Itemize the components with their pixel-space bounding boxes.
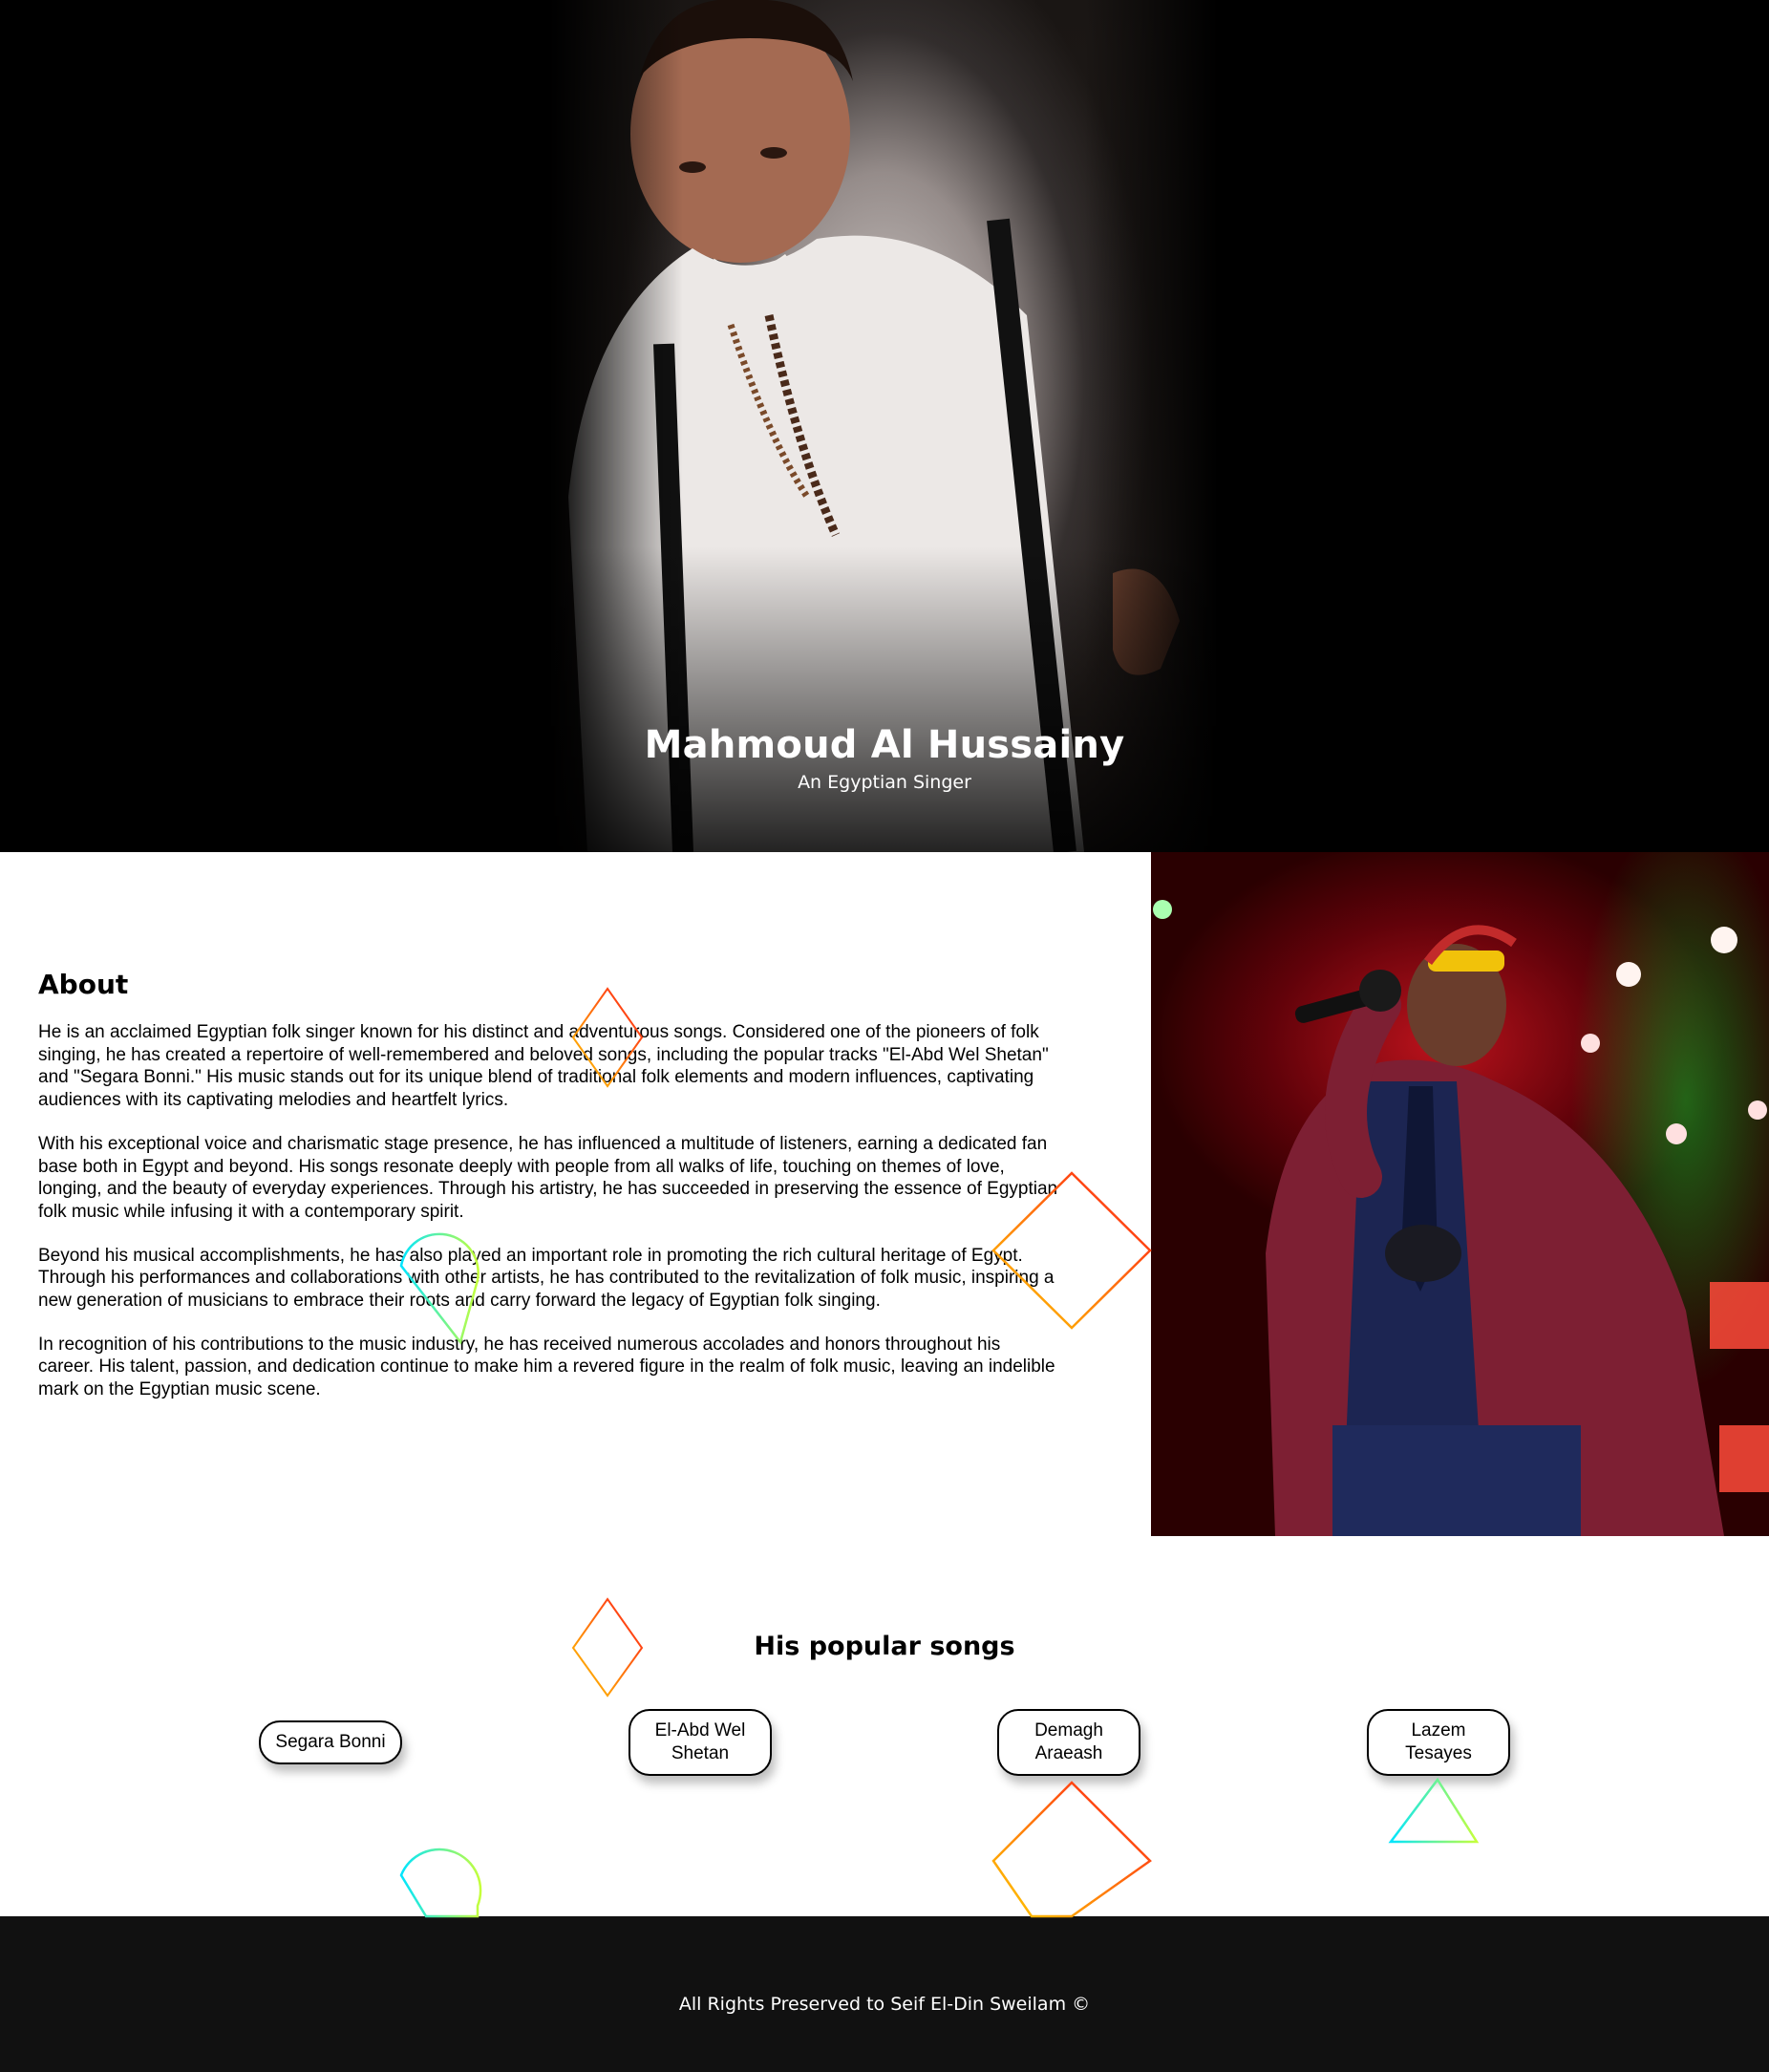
stage-illustration xyxy=(1153,900,1769,1536)
song-button-lazem-tesayes[interactable]: Lazem Tesayes xyxy=(1367,1709,1510,1776)
stage-performance-image xyxy=(1151,852,1769,1536)
song-button-segara-bonni[interactable]: Segara Bonni xyxy=(259,1720,402,1764)
about-paragraph: He is an acclaimed Egyptian folk singer … xyxy=(38,1022,1049,1111)
about-paragraph: With his exceptional voice and charismat… xyxy=(38,1133,1058,1222)
about-content: About He is an acclaimed Egyptian folk s… xyxy=(38,969,1060,1422)
about-paragraph: In recognition of his contributions to t… xyxy=(38,1334,1055,1400)
hero-subtitle: An Egyptian Singer xyxy=(798,772,971,793)
about-paragraph: Beyond his musical accomplishments, he h… xyxy=(38,1245,1055,1312)
hero-title: Mahmoud Al Hussainy xyxy=(644,723,1125,767)
about-heading: About xyxy=(38,969,129,1000)
footer-copyright: All Rights Preserved to Seif El-Din Swei… xyxy=(678,1994,1091,2015)
popular-songs-section: His popular songs Segara Bonni El-Abd We… xyxy=(0,1536,1769,1916)
hero-section: Mahmoud Al Hussainy An Egyptian Singer xyxy=(0,0,1769,852)
songs-heading: His popular songs xyxy=(754,1632,1015,1661)
song-button-demagh-araeash[interactable]: Demagh Araeash xyxy=(997,1709,1140,1776)
song-button-el-abd-wel-shetan[interactable]: El-Abd Wel Shetan xyxy=(629,1709,772,1776)
about-section: About He is an acclaimed Egyptian folk s… xyxy=(0,852,1769,1536)
footer: All Rights Preserved to Seif El-Din Swei… xyxy=(0,1916,1769,2072)
